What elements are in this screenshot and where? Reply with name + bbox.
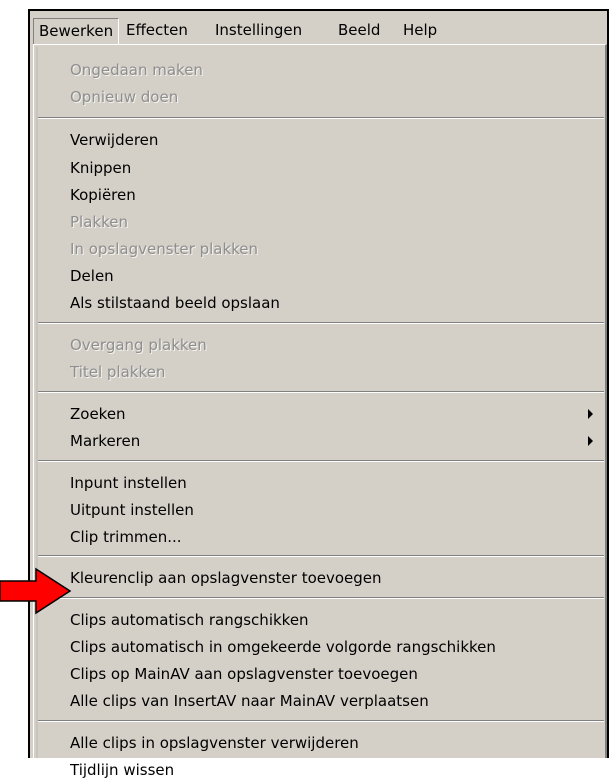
menu-separator xyxy=(38,720,604,722)
menu-beeld[interactable]: Beeld xyxy=(333,18,385,44)
submenu-arrow-icon xyxy=(588,409,593,419)
menu-separator xyxy=(38,597,604,599)
menu-item-trim-clip[interactable]: Clip trimmen... xyxy=(70,524,182,550)
menu-separator xyxy=(38,322,604,324)
menu-edge-shadow xyxy=(36,47,38,758)
menu-effecten[interactable]: Effecten xyxy=(121,18,193,44)
menu-item-add-color-clip[interactable]: Kleurenclip aan opslagvenster toevoegen xyxy=(70,565,382,591)
menu-item-cut[interactable]: Knippen xyxy=(70,155,131,181)
submenu-arrow-icon xyxy=(588,436,593,446)
menu-item-copy[interactable]: Kopiëren xyxy=(70,182,136,208)
menu-item-paste[interactable]: Plakken xyxy=(70,209,128,235)
edit-dropdown-menu: Ongedaan maken Opnieuw doen Verwijderen … xyxy=(33,44,607,779)
menu-item-find[interactable]: Zoeken xyxy=(70,401,126,427)
menu-item-move-insertav[interactable]: Alle clips van InsertAV naar MainAV verp… xyxy=(70,688,429,714)
menu-item-set-out[interactable]: Uitpunt instellen xyxy=(70,497,194,523)
menu-item-paste-title[interactable]: Titel plakken xyxy=(70,359,165,385)
menu-separator xyxy=(38,117,604,119)
menu-separator xyxy=(38,391,604,393)
menu-item-auto-arrange[interactable]: Clips automatisch rangschikken xyxy=(70,607,309,633)
menu-item-delete-all-storyboard[interactable]: Alle clips in opslagvenster verwijderen xyxy=(70,730,359,756)
screenshot-frame: Bewerken Effecten Instellingen Beeld Hel… xyxy=(28,9,609,779)
menu-item-add-mainav-clips[interactable]: Clips op MainAV aan opslagvenster toevoe… xyxy=(70,661,418,687)
menu-item-delete[interactable]: Verwijderen xyxy=(70,127,158,153)
menu-item-auto-arrange-reverse[interactable]: Clips automatisch in omgekeerde volgorde… xyxy=(70,634,496,660)
menu-separator xyxy=(38,555,604,557)
menu-item-save-still[interactable]: Als stilstaand beeld opslaan xyxy=(70,290,280,316)
menu-instellingen[interactable]: Instellingen xyxy=(210,18,307,44)
menu-separator xyxy=(38,460,604,462)
menu-item-clear-timeline[interactable]: Tijdlijn wissen xyxy=(70,757,174,783)
menu-help[interactable]: Help xyxy=(398,18,442,44)
menu-item-split[interactable]: Delen xyxy=(70,263,114,289)
menu-item-mark[interactable]: Markeren xyxy=(70,428,140,454)
menu-item-undo[interactable]: Ongedaan maken xyxy=(70,57,203,83)
red-pointer-arrow-icon xyxy=(0,567,72,615)
menu-bewerken[interactable]: Bewerken xyxy=(33,18,120,44)
menu-item-redo[interactable]: Opnieuw doen xyxy=(70,84,178,110)
menu-bar: Bewerken Effecten Instellingen Beeld Hel… xyxy=(30,11,607,45)
menu-item-paste-transition[interactable]: Overgang plakken xyxy=(70,332,207,358)
menu-item-paste-in-storyboard[interactable]: In opslagvenster plakken xyxy=(70,236,258,262)
menu-item-set-in[interactable]: Inpunt instellen xyxy=(70,470,187,496)
